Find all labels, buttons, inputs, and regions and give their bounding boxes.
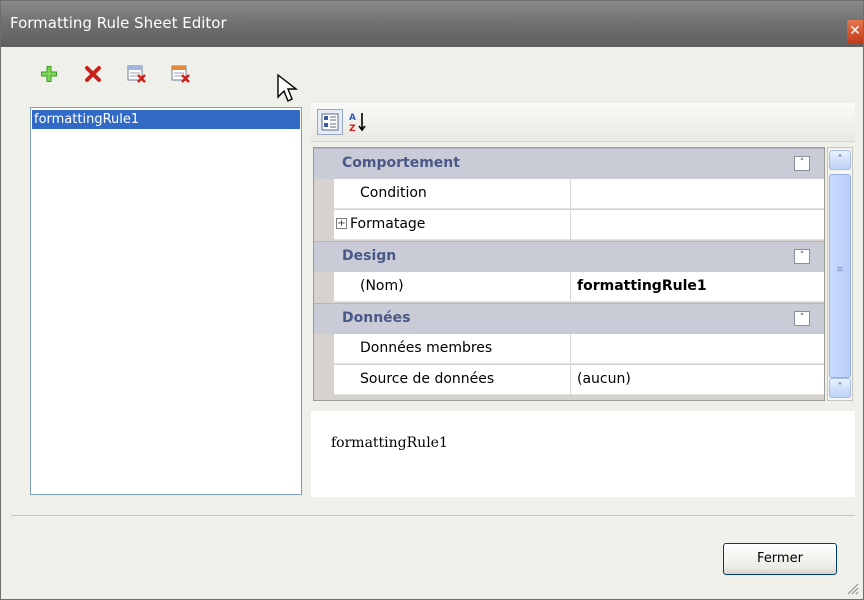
property-grid-toolbar: A Z [311,103,855,142]
category-label: Design [342,248,397,264]
property-value: formattingRule1 [577,278,707,294]
window-title: Formatting Rule Sheet Editor [10,14,227,32]
property-name-cell: Condition [334,179,571,209]
close-button[interactable]: Fermer [723,543,837,575]
category-design[interactable]: Design ˄ [314,241,824,272]
category-label: Données [342,310,411,326]
categorized-view-button[interactable] [317,109,343,135]
categorized-icon [321,113,339,131]
add-icon [41,66,57,82]
delete-icon [85,66,101,82]
expand-plus-icon[interactable]: + [336,218,347,229]
footer-divider [11,515,855,516]
category-donnees[interactable]: Données ˄ [314,303,824,334]
grip-icon: ≡ [836,265,844,275]
property-value-cell[interactable] [571,334,824,364]
property-value-cell[interactable] [571,210,824,240]
property-grid-scrollbar[interactable]: ˄ ≡ ˅ [827,147,853,401]
resize-grip-icon[interactable] [845,581,859,595]
scroll-thumb[interactable]: ≡ [829,174,851,378]
remove-rule-icon [127,65,146,83]
property-name-cell: (Nom) [334,272,571,302]
property-row-formatage[interactable]: + Formatage [314,210,824,241]
add-rule-button[interactable] [36,61,62,87]
property-value-cell[interactable]: formattingRule1 [571,272,824,302]
formatting-rule-sheet-editor-window: Formatting Rule Sheet Editor ✕ formattin… [0,0,864,600]
svg-text:A: A [349,113,356,123]
property-name: Condition [360,185,427,201]
property-name-cell: Données membres [334,334,571,364]
property-name: Données membres [360,340,493,356]
property-row-condition[interactable]: Condition [314,179,824,210]
clear-rules-button[interactable] [168,61,194,87]
property-description-panel: formattingRule1 [311,411,855,497]
property-value: (aucun) [577,371,631,387]
clear-rules-icon [171,65,190,83]
scroll-down-icon[interactable]: ˅ [829,378,851,398]
property-grid: Comportement ˄ Condition + Formatage Des… [313,147,825,401]
delete-rule-button[interactable] [80,61,106,87]
title-bar[interactable]: Formatting Rule Sheet Editor ✕ [1,1,863,47]
property-value-cell[interactable] [571,179,824,209]
category-comportement[interactable]: Comportement ˄ [314,148,824,179]
close-window-button[interactable]: ✕ [847,20,863,44]
category-label: Comportement [342,155,460,171]
alphabetical-view-button[interactable]: A Z [345,109,371,135]
property-description: formattingRule1 [331,435,448,451]
property-name-cell: + Formatage [334,210,571,240]
property-row-donnees-membres[interactable]: Données membres [314,334,824,365]
property-value-cell[interactable]: (aucun) [571,365,824,395]
collapse-icon[interactable]: ˄ [794,156,810,171]
list-item[interactable]: formattingRule1 [32,110,300,129]
property-name-cell: Source de données [334,365,571,395]
sort-alphabetical-icon: A Z [349,113,366,133]
property-name: (Nom) [360,278,404,294]
collapse-icon[interactable]: ˄ [794,249,810,264]
property-row-nom[interactable]: (Nom) formattingRule1 [314,272,824,303]
property-row-source-de-donnees[interactable]: Source de données (aucun) [314,365,824,396]
mouse-cursor-icon [277,73,298,102]
collapse-icon[interactable]: ˄ [794,311,810,326]
property-name: Source de données [360,371,495,387]
rules-list[interactable]: formattingRule1 [30,107,302,495]
remove-rule-button[interactable] [124,61,150,87]
svg-text:Z: Z [349,124,356,133]
scroll-up-icon[interactable]: ˄ [829,150,851,170]
property-name: Formatage [350,216,426,232]
